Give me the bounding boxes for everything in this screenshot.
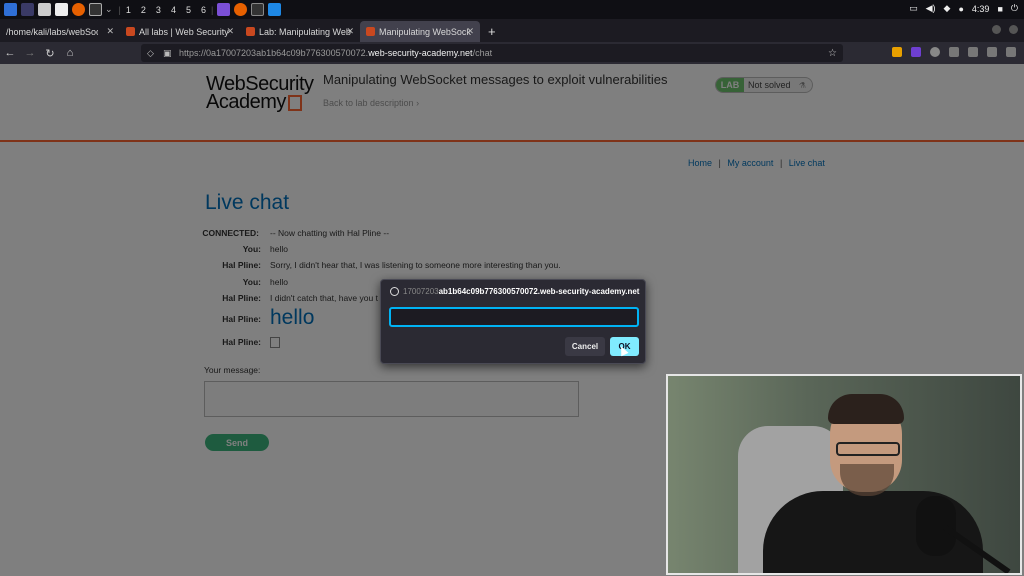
webcam-overlay <box>666 374 1022 575</box>
shield-icon[interactable]: ◇ <box>147 48 157 59</box>
portswigger-favicon-icon <box>366 27 375 36</box>
power-icon[interactable]: ⏻ <box>1011 3 1018 14</box>
clock: 4:39 <box>971 3 990 14</box>
tab-label: /home/kali/labs/webSockets <box>6 26 98 37</box>
close-icon[interactable]: ✕ <box>106 26 114 37</box>
tab-label: Manipulating WebSocket <box>379 26 471 37</box>
terminal-task-icon[interactable] <box>251 3 265 16</box>
burp-task-icon[interactable] <box>217 3 231 16</box>
globe-icon <box>390 287 399 296</box>
person-hair <box>828 394 904 424</box>
glasses-icon <box>836 442 900 456</box>
prompt-dialog: 17007203ab1b64c09b776300570072.web-secur… <box>380 279 646 364</box>
tab-label: Lab: Manipulating WebSoc <box>259 26 351 37</box>
kali-menu-icon[interactable] <box>4 3 17 16</box>
workspace-5[interactable]: 5 <box>186 5 191 15</box>
close-icon[interactable]: ✕ <box>346 26 354 37</box>
portswigger-favicon-icon <box>246 27 255 36</box>
url-prefix: https://0a17007203ab1b64c09b776300570072… <box>179 48 369 58</box>
display-icon[interactable]: ▭ <box>909 3 918 14</box>
browser-nav-bar: ← → ↻ ⌂ ◇ ▣ https://0a17007203ab1b64c09b… <box>0 42 1024 64</box>
window-controls <box>992 25 1018 34</box>
dialog-origin: 17007203ab1b64c09b776300570072.web-secur… <box>403 287 639 296</box>
reload-icon[interactable]: ↻ <box>40 47 60 60</box>
lock-icon[interactable]: ■ <box>997 4 1002 14</box>
url-host: web-security-academy.net <box>368 48 473 58</box>
menu-icon[interactable] <box>1006 47 1016 57</box>
microphone-icon <box>916 496 956 556</box>
notification-icon[interactable]: ◆ <box>944 3 951 14</box>
lock-icon[interactable]: ▣ <box>163 48 173 59</box>
tab-label: All labs | Web Security Ac <box>139 26 231 37</box>
minimize-icon[interactable] <box>992 25 1001 34</box>
workspace-3[interactable]: 3 <box>156 5 161 15</box>
prompt-input[interactable] <box>389 307 639 327</box>
tab-file-browser[interactable]: /home/kali/labs/webSockets ✕ <box>0 21 120 42</box>
close-icon[interactable]: ✕ <box>226 26 234 37</box>
portswigger-favicon-icon <box>126 27 135 36</box>
address-bar[interactable]: ◇ ▣ https://0a17007203ab1b64c09b77630057… <box>141 44 843 62</box>
firefox-icon[interactable] <box>72 3 85 16</box>
home-icon[interactable]: ⌂ <box>60 47 80 59</box>
bookmark-star-icon[interactable]: ☆ <box>828 48 837 59</box>
extension-icon[interactable] <box>911 47 921 57</box>
system-tray: ▭ ◀) ◆ ● 4:39 ■ ⏻ <box>909 3 1018 14</box>
close-window-icon[interactable] <box>1009 25 1018 34</box>
back-icon[interactable]: ← <box>0 47 20 59</box>
dialog-origin-bold: ab1b64c09b776300570072.web-security-acad… <box>438 287 640 296</box>
files-icon[interactable] <box>38 3 51 16</box>
url-path: /chat <box>472 48 493 58</box>
extension-toolbar <box>892 47 1016 57</box>
workspace-6[interactable]: 6 <box>201 5 206 15</box>
extension-gear-icon[interactable] <box>930 47 940 57</box>
forward-icon[interactable]: → <box>20 47 40 59</box>
chevron-down-icon[interactable]: ⌄ <box>105 4 113 15</box>
extension-puzzle-icon[interactable] <box>949 47 959 57</box>
browser-tab-strip: /home/kali/labs/webSockets ✕ All labs | … <box>0 19 1024 42</box>
text-editor-icon[interactable] <box>55 3 68 16</box>
dialog-origin-dim: 17007203 <box>403 287 439 296</box>
tab-lab-description[interactable]: Lab: Manipulating WebSoc ✕ <box>240 21 360 42</box>
firefox-task-icon[interactable] <box>234 3 248 16</box>
new-tab-icon[interactable]: + <box>488 24 496 39</box>
foxyproxy-icon[interactable] <box>892 47 902 57</box>
tab-all-labs[interactable]: All labs | Web Security Ac ✕ <box>120 21 240 42</box>
cancel-button[interactable]: Cancel <box>565 337 605 356</box>
wrench-icon[interactable] <box>987 47 997 57</box>
workspace-2[interactable]: 2 <box>141 5 146 15</box>
terminal-icon[interactable] <box>89 3 102 16</box>
vscode-task-icon[interactable] <box>268 3 282 16</box>
pocket-icon[interactable] <box>968 47 978 57</box>
tab-active-lab[interactable]: Manipulating WebSocket ✕ <box>360 21 480 42</box>
volume-icon[interactable]: ◀) <box>926 3 936 14</box>
status-icon[interactable]: ● <box>958 4 963 14</box>
workspace-1[interactable]: 1 <box>126 5 131 15</box>
workspace-4[interactable]: 4 <box>171 5 176 15</box>
os-taskbar: ⌄ | 1 2 3 4 5 6 | ▭ ◀) ◆ ● 4:39 ■ ⏻ <box>0 0 1024 19</box>
close-icon[interactable]: ✕ <box>466 26 474 37</box>
desktop-icon[interactable] <box>21 3 34 16</box>
